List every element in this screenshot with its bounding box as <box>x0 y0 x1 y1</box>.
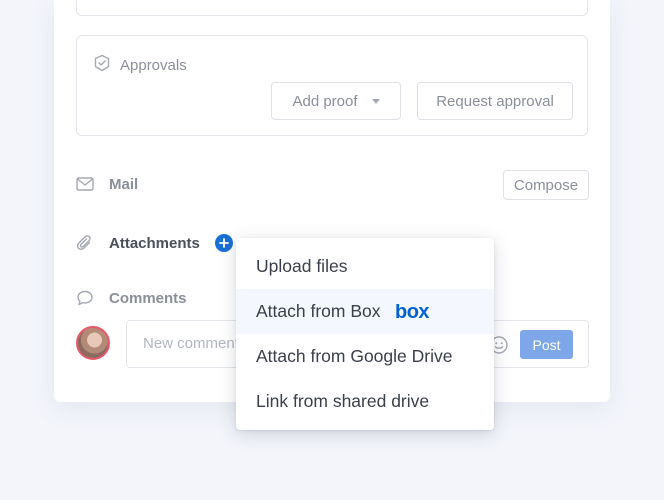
paperclip-icon <box>76 234 94 252</box>
request-approval-label: Request approval <box>436 92 554 110</box>
box-logo-text: box <box>395 304 429 320</box>
attachments-label: Attachments <box>109 234 200 252</box>
previous-section-box <box>76 0 588 16</box>
menu-item-attach-from-google-drive[interactable]: Attach from Google Drive <box>236 334 494 379</box>
post-button[interactable]: Post <box>520 330 573 359</box>
menu-item-label: Link from shared drive <box>256 391 430 411</box>
compose-button[interactable]: Compose <box>503 170 589 200</box>
add-proof-dropdown[interactable]: Add proof <box>271 82 401 120</box>
compose-label: Compose <box>513 176 579 194</box>
caret-down-icon <box>371 99 380 104</box>
mail-label: Mail <box>109 175 139 193</box>
comments-row: Comments <box>76 289 187 307</box>
attachments-row: Attachments <box>76 234 233 252</box>
post-label: Post <box>532 336 561 353</box>
approvals-title: Approvals <box>120 56 187 74</box>
menu-item-upload-files[interactable]: Upload files <box>236 244 494 289</box>
request-approval-button[interactable]: Request approval <box>417 82 573 120</box>
menu-item-label: Attach from Google Drive <box>256 346 453 366</box>
add-attachment-plus-icon[interactable] <box>214 234 233 252</box>
menu-item-attach-from-box[interactable]: Attach from Box box <box>236 289 494 334</box>
comments-label: Comments <box>109 289 187 307</box>
menu-item-link-from-shared-drive[interactable]: Link from shared drive <box>236 379 494 424</box>
shield-check-icon <box>93 54 111 76</box>
envelope-icon <box>76 175 94 193</box>
mail-row: Mail <box>76 175 138 193</box>
menu-item-label: Attach from Box <box>256 301 381 321</box>
attach-menu: Upload files Attach from Box box Attach … <box>236 238 494 430</box>
approvals-heading: Approvals <box>93 54 187 76</box>
speech-bubble-icon <box>76 289 94 307</box>
menu-item-label: Upload files <box>256 256 348 276</box>
add-proof-label: Add proof <box>292 92 358 110</box>
box-logo-icon: box <box>395 304 429 320</box>
user-avatar <box>76 326 110 360</box>
approvals-section: Approvals Add proof Request approval <box>76 35 588 136</box>
